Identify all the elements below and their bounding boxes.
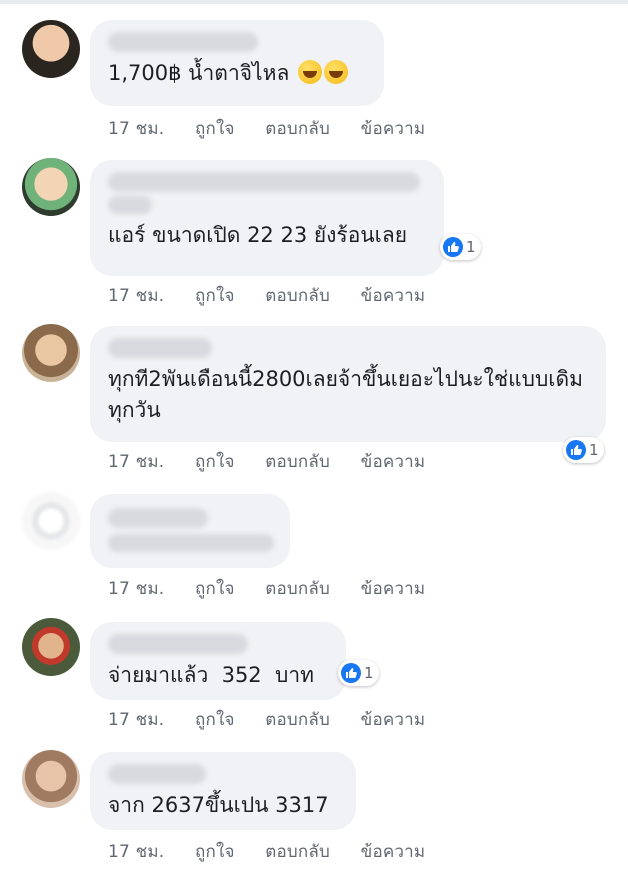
comment-text: จาก 2637ขึ้นเปน 3317 — [108, 793, 329, 817]
avatar[interactable] — [22, 324, 80, 382]
like-link[interactable]: ถูกใจ — [195, 710, 235, 730]
like-link[interactable]: ถูกใจ — [195, 119, 235, 139]
reply-link[interactable]: ตอบกลับ — [265, 579, 330, 599]
like-link[interactable]: ถูกใจ — [195, 579, 235, 599]
comment-actions: 17 ชม. ถูกใจ ตอบกลับ ข้อความ — [108, 575, 450, 602]
message-link[interactable]: ข้อความ — [361, 452, 426, 472]
message-link[interactable]: ข้อความ — [361, 579, 426, 599]
like-link[interactable]: ถูกใจ — [195, 452, 235, 472]
reply-link[interactable]: ตอบกลับ — [265, 286, 330, 306]
message-link[interactable]: ข้อความ — [361, 286, 426, 306]
reaction-count[interactable]: 1 — [338, 660, 379, 686]
thumbs-up-icon — [443, 237, 463, 257]
message-link[interactable]: ข้อความ — [361, 710, 426, 730]
comment-bubble: ทุกที2พันเดือนนี้2800เลยจ้าขึ้นเยอะไปนะใ… — [90, 326, 606, 442]
commenter-name-blurred[interactable] — [108, 32, 258, 52]
comment-text: ทุกที2พันเดือนนี้2800เลยจ้าขึ้นเยอะไปนะใ… — [108, 367, 583, 422]
comment-actions: 17 ชม. ถูกใจ ตอบกลับ ข้อความ — [108, 706, 450, 733]
thumbs-up-icon — [566, 440, 586, 460]
avatar[interactable] — [22, 158, 80, 216]
reaction-count[interactable]: 1 — [563, 437, 604, 463]
timestamp[interactable]: 17 ชม. — [108, 286, 164, 306]
reply-link[interactable]: ตอบกลับ — [265, 119, 330, 139]
reaction-number: 1 — [589, 441, 599, 459]
avatar[interactable] — [22, 20, 80, 78]
timestamp[interactable]: 17 ชม. — [108, 842, 164, 862]
comment-bubble: จาก 2637ขึ้นเปน 3317 — [90, 752, 356, 830]
reply-link[interactable]: ตอบกลับ — [265, 842, 330, 862]
commenter-name-blurred[interactable] — [108, 508, 208, 528]
commenter-name-blurred-line2 — [108, 196, 152, 214]
timestamp[interactable]: 17 ชม. — [108, 452, 164, 472]
reaction-number: 1 — [364, 664, 374, 682]
message-link[interactable]: ข้อความ — [361, 119, 426, 139]
commenter-name-blurred-line2 — [108, 534, 274, 552]
avatar[interactable] — [22, 618, 80, 676]
reply-link[interactable]: ตอบกลับ — [265, 710, 330, 730]
commenter-name-blurred[interactable] — [108, 764, 206, 784]
top-divider — [0, 0, 628, 4]
comment-bubble — [90, 494, 290, 568]
timestamp[interactable]: 17 ชม. — [108, 710, 164, 730]
message-link[interactable]: ข้อความ — [361, 842, 426, 862]
comment-bubble: จ่ายมาแล้ว 352 บาท — [90, 622, 346, 700]
comment-text: 1,700฿ น้ำตาจิไหล — [108, 58, 368, 89]
thumbs-up-icon — [341, 663, 361, 683]
comment-actions: 17 ชม. ถูกใจ ตอบกลับ ข้อความ — [108, 448, 450, 475]
reply-link[interactable]: ตอบกลับ — [265, 452, 330, 472]
timestamp[interactable]: 17 ชม. — [108, 119, 164, 139]
reaction-number: 1 — [466, 238, 476, 256]
rofl-emoji-icon — [298, 60, 322, 84]
comment-actions: 17 ชม. ถูกใจ ตอบกลับ ข้อความ — [108, 838, 450, 865]
comment-text: จ่ายมาแล้ว 352 บาท — [108, 663, 314, 687]
commenter-name-blurred[interactable] — [108, 634, 248, 654]
like-link[interactable]: ถูกใจ — [195, 842, 235, 862]
commenter-name-blurred[interactable] — [108, 338, 212, 358]
commenter-name-blurred[interactable] — [108, 172, 420, 192]
comment-bubble: 1,700฿ น้ำตาจิไหล — [90, 20, 384, 106]
avatar[interactable] — [22, 750, 80, 808]
avatar[interactable] — [22, 492, 80, 550]
rofl-emoji-icon — [324, 60, 348, 84]
comment-bubble: แอร์ ขนาดเปิด 22 23 ยังร้อนเลย — [90, 160, 444, 276]
reaction-count[interactable]: 1 — [440, 234, 481, 260]
comment-text: แอร์ ขนาดเปิด 22 23 ยังร้อนเลย — [108, 223, 408, 247]
comment-text-content: 1,700฿ น้ำตาจิไหล — [108, 61, 290, 85]
comment-actions: 17 ชม. ถูกใจ ตอบกลับ ข้อความ — [108, 115, 450, 142]
comment-actions: 17 ชม. ถูกใจ ตอบกลับ ข้อความ — [108, 282, 450, 309]
timestamp[interactable]: 17 ชม. — [108, 579, 164, 599]
like-link[interactable]: ถูกใจ — [195, 286, 235, 306]
